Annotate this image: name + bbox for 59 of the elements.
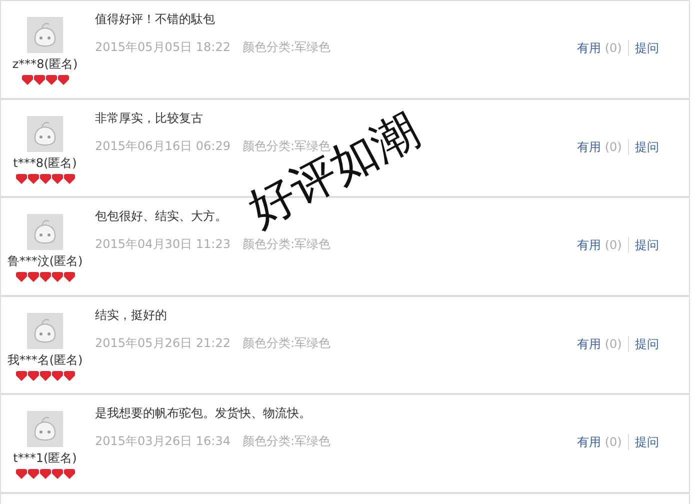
- ask-link[interactable]: 提问: [634, 237, 659, 254]
- user-name: 我***名(匿名): [7, 352, 83, 369]
- avatar-icon: [27, 411, 63, 448]
- user-name: t***8(匿名): [13, 154, 77, 172]
- color-variant: 颜色分类:军绿色: [242, 434, 331, 448]
- review-date: 2015年05月05日 18:22: [95, 40, 230, 54]
- review-date: 2015年03月26日 16:34: [95, 434, 230, 448]
- user-name: z***8(匿名): [12, 56, 78, 73]
- review-date: 2015年06月16日 06:29: [95, 138, 230, 153]
- ask-link[interactable]: 提问: [634, 336, 659, 353]
- ask-link[interactable]: 提问: [634, 40, 659, 57]
- review-text: 值得好评！不错的駄包: [95, 11, 216, 27]
- color-variant: 颜色分类:军绿色: [242, 336, 331, 350]
- heart-icon: [28, 272, 38, 282]
- ask-link[interactable]: 提问: [634, 138, 659, 156]
- review-date: 2015年05月26日 21:22: [95, 336, 230, 350]
- color-variant: 颜色分类:军绿色: [242, 138, 331, 153]
- heart-icon: [52, 174, 62, 184]
- review-date: 2015年04月30日 11:23: [95, 237, 230, 252]
- user-name: t***1(匿名): [13, 450, 77, 468]
- color-variant: 颜色分类:军绿色: [242, 237, 331, 252]
- avatar-icon: [27, 214, 63, 250]
- avatar-icon: [27, 17, 63, 53]
- heart-icon: [16, 370, 26, 381]
- useful-link[interactable]: 有用 (0): [577, 138, 622, 156]
- review-text: 包包很好、结实、大方。: [95, 208, 228, 224]
- useful-link[interactable]: 有用 (0): [577, 434, 622, 452]
- user-name: 鲁***汶(匿名): [7, 253, 83, 270]
- color-variant: 颜色分类:军绿色: [242, 40, 331, 54]
- heart-icon: [40, 272, 50, 282]
- heart-icon: [52, 370, 62, 381]
- heart-icon: [52, 272, 62, 282]
- heart-icon: [64, 469, 74, 480]
- avatar-icon: [27, 116, 63, 152]
- heart-icon: [40, 469, 50, 480]
- heart-icon: [28, 174, 38, 184]
- useful-link[interactable]: 有用 (0): [577, 336, 622, 353]
- heart-icon: [22, 75, 32, 85]
- ask-link[interactable]: 提问: [634, 434, 659, 452]
- heart-icon: [28, 469, 38, 480]
- heart-icon: [64, 272, 74, 282]
- heart-icon: [16, 174, 26, 184]
- heart-icon: [52, 469, 62, 480]
- review-text: 是我想要的帆布驼包。发货快、物流快。: [95, 405, 312, 422]
- useful-link[interactable]: 有用 (0): [577, 40, 622, 57]
- heart-icon: [46, 75, 56, 85]
- avatar-icon: [27, 312, 63, 349]
- useful-link[interactable]: 有用 (0): [577, 237, 622, 254]
- heart-icon: [40, 370, 50, 381]
- heart-icon: [40, 174, 50, 184]
- heart-icon: [64, 370, 74, 381]
- review-text: 非常厚实，比较复古: [95, 110, 204, 126]
- heart-icon: [16, 469, 26, 480]
- heart-icon: [58, 75, 68, 85]
- heart-icon: [16, 272, 26, 282]
- review-text: 结实，挺好的: [95, 306, 168, 323]
- heart-icon: [28, 370, 38, 381]
- heart-icon: [34, 75, 44, 85]
- heart-icon: [64, 174, 74, 184]
